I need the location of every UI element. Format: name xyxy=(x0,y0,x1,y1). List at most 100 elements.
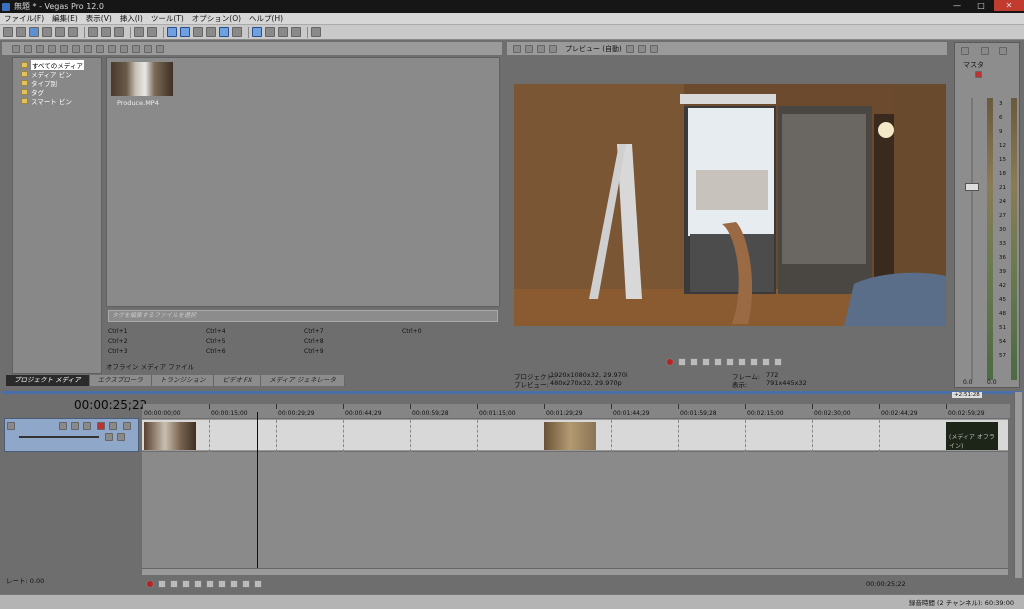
split-screen-icon[interactable] xyxy=(549,44,557,53)
track-motion-icon[interactable] xyxy=(59,422,67,430)
menu-tools[interactable]: ツール(T) xyxy=(147,13,188,24)
minimize-icon[interactable]: — xyxy=(946,0,968,11)
envelope-tool-icon[interactable] xyxy=(180,27,190,37)
go-to-start-icon[interactable] xyxy=(218,580,226,588)
save-icon[interactable] xyxy=(29,27,39,37)
undo-icon[interactable] xyxy=(134,27,144,37)
cut-icon[interactable] xyxy=(88,27,98,37)
tab-media-generators[interactable]: メディア ジェネレータ xyxy=(261,375,345,386)
menu-insert[interactable]: 挿入(I) xyxy=(116,13,147,24)
child-composite-icon[interactable] xyxy=(117,433,125,441)
master-fader[interactable] xyxy=(965,183,979,191)
capture-icon[interactable] xyxy=(68,27,78,37)
search-icon[interactable] xyxy=(156,44,164,53)
stop-preview-icon[interactable] xyxy=(120,44,128,53)
loop-icon[interactable] xyxy=(158,580,166,588)
pause-icon[interactable] xyxy=(194,580,202,588)
zoom-tool-icon[interactable] xyxy=(206,27,216,37)
play-from-start-icon[interactable] xyxy=(690,358,698,366)
record-icon[interactable] xyxy=(146,580,154,588)
loop-icon[interactable] xyxy=(678,358,686,366)
tag-input[interactable]: タグを編集するファイルを選択 xyxy=(108,310,498,322)
copy-icon[interactable] xyxy=(101,27,111,37)
ripple-edit-icon[interactable] xyxy=(252,27,262,37)
menu-file[interactable]: ファイル(F) xyxy=(0,13,48,24)
paste-icon[interactable] xyxy=(114,27,124,37)
open-folder-icon[interactable] xyxy=(16,27,26,37)
tools-icon[interactable] xyxy=(291,27,301,37)
selection-tool-icon[interactable] xyxy=(193,27,203,37)
start-preview-icon[interactable] xyxy=(108,44,116,53)
overlays-icon[interactable] xyxy=(625,44,634,53)
render-icon[interactable] xyxy=(42,27,52,37)
track-fx-icon[interactable] xyxy=(71,422,79,430)
auto-crossfade-icon[interactable] xyxy=(232,27,242,37)
track-scrollbar[interactable] xyxy=(1014,392,1022,578)
tab-video-fx[interactable]: ビデオ FX xyxy=(214,375,262,386)
views-icon[interactable] xyxy=(144,44,152,53)
auto-preview-icon[interactable] xyxy=(132,44,140,53)
next-frame-icon[interactable] xyxy=(774,358,782,366)
save-snapshot-icon[interactable] xyxy=(649,44,658,53)
stop-icon[interactable] xyxy=(206,580,214,588)
go-to-end-icon[interactable] xyxy=(230,580,238,588)
stop-icon[interactable] xyxy=(726,358,734,366)
get-photo-icon[interactable] xyxy=(36,44,44,53)
video-clip[interactable] xyxy=(544,422,596,450)
menu-edit[interactable]: 編集(E) xyxy=(48,13,82,24)
dim-icon[interactable] xyxy=(999,47,1007,55)
record-icon[interactable] xyxy=(666,358,674,366)
play-icon[interactable] xyxy=(702,358,710,366)
media-thumbnail[interactable] xyxy=(111,62,173,96)
loop-end-marker[interactable]: +2:51:28 xyxy=(952,392,982,398)
compositing-icon[interactable] xyxy=(83,422,91,430)
prev-frame-icon[interactable] xyxy=(242,580,250,588)
time-ruler[interactable]: 00:00:00;00 00:00:15;00 00:00:29;29 00:0… xyxy=(142,404,1010,418)
track-level-slider[interactable] xyxy=(19,436,99,438)
extract-audio-icon[interactable] xyxy=(48,44,56,53)
remove-icon[interactable] xyxy=(84,44,92,53)
menu-help[interactable]: ヘルプ(H) xyxy=(245,13,287,24)
maximize-icon[interactable]: □ xyxy=(970,0,992,11)
play-from-start-icon[interactable] xyxy=(170,580,178,588)
preview-properties-icon[interactable] xyxy=(513,44,521,53)
timeline-scrollbar[interactable] xyxy=(142,568,1008,575)
redo-icon[interactable] xyxy=(147,27,157,37)
play-icon[interactable] xyxy=(182,580,190,588)
mute-track-icon[interactable] xyxy=(97,422,105,430)
tab-explorer[interactable]: エクスプローラ xyxy=(89,375,152,386)
prev-frame-icon[interactable] xyxy=(762,358,770,366)
go-to-start-icon[interactable] xyxy=(738,358,746,366)
playhead-cursor[interactable] xyxy=(257,412,258,568)
next-frame-icon[interactable] xyxy=(254,580,262,588)
snapping-icon[interactable] xyxy=(219,27,229,37)
go-to-end-icon[interactable] xyxy=(750,358,758,366)
capture-video-icon[interactable] xyxy=(24,44,32,53)
mute-icon[interactable] xyxy=(975,71,982,78)
preview-quality-dropdown[interactable]: プレビュー (自動) xyxy=(565,44,622,54)
video-clip[interactable] xyxy=(144,422,196,450)
preview-fx-icon[interactable] xyxy=(537,44,545,53)
video-track[interactable]: (メディア オフライン) xyxy=(142,419,1008,452)
pause-icon[interactable] xyxy=(714,358,722,366)
media-fx-icon[interactable] xyxy=(72,44,80,53)
solo-track-icon[interactable] xyxy=(109,422,117,430)
tab-project-media[interactable]: プロジェクト メディア xyxy=(6,375,90,386)
new-file-icon[interactable] xyxy=(3,27,13,37)
refresh-icon[interactable] xyxy=(60,44,68,53)
tab-transitions[interactable]: トランジション xyxy=(151,375,215,386)
lock-envelopes-icon[interactable] xyxy=(265,27,275,37)
copy-snapshot-icon[interactable] xyxy=(637,44,646,53)
downmix-icon[interactable] xyxy=(981,47,989,55)
close-icon[interactable]: ✕ xyxy=(994,0,1024,11)
external-monitor-icon[interactable] xyxy=(525,44,533,53)
menu-options[interactable]: オプション(O) xyxy=(188,13,245,24)
menu-view[interactable]: 表示(V) xyxy=(82,13,116,24)
help-icon[interactable] xyxy=(311,27,321,37)
track-menu-icon[interactable] xyxy=(123,422,131,430)
offline-clip[interactable]: (メディア オフライン) xyxy=(946,422,998,450)
import-media-icon[interactable] xyxy=(12,44,20,53)
properties-icon[interactable] xyxy=(55,27,65,37)
normal-edit-tool-icon[interactable] xyxy=(167,27,177,37)
tree-item-smart-bins[interactable]: スマート ビン xyxy=(21,96,72,106)
